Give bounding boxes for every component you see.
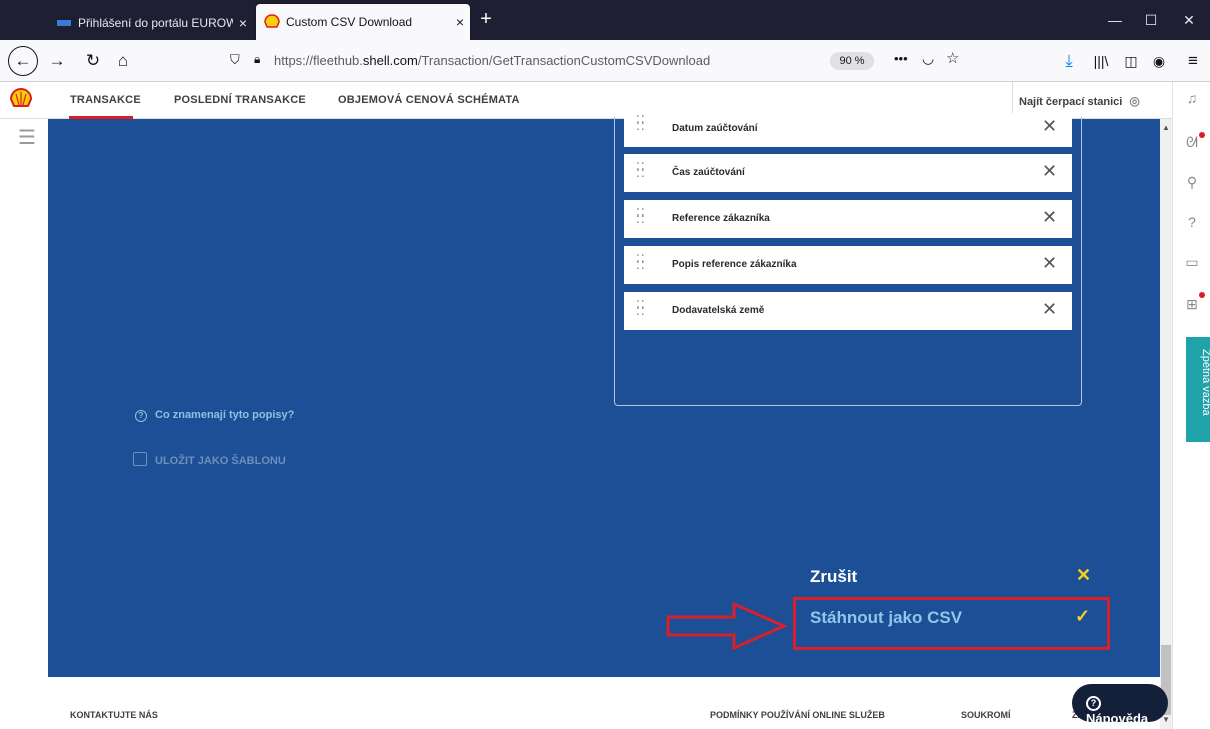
footer-privacy-link[interactable]: SOUKROMÍ: [961, 710, 1011, 720]
hamburger-menu-icon[interactable]: ☰: [18, 128, 36, 148]
new-tab-button[interactable]: +: [474, 8, 498, 32]
field-row-cas-zauctovani[interactable]: ⁚⁚ ⁚⁚ Čas zaúčtování ✕: [624, 154, 1072, 192]
footer-terms-link[interactable]: PODMÍNKY POUŽÍVÁNÍ ONLINE SLUŽEB: [710, 710, 885, 720]
shield-icon[interactable]: ⛉: [230, 52, 240, 68]
page-scrollbar[interactable]: ▲ ▼: [1160, 119, 1172, 729]
question-icon: ?: [1086, 696, 1101, 711]
drag-handle-icon[interactable]: ⁚⁚ ⁚⁚: [636, 299, 645, 317]
nav-posledni-transakce[interactable]: POSLEDNÍ TRANSAKCE: [174, 94, 306, 106]
gift-icon[interactable]: ⊞: [1184, 296, 1200, 312]
nav-transakce[interactable]: TRANSAKCE: [70, 94, 141, 106]
field-label: Dodavatelská země: [672, 305, 765, 316]
tab-title: Přihlášení do portálu EUROWAG: [78, 16, 233, 30]
footer-contact-link[interactable]: KONTAKTUJTE NÁS: [70, 710, 158, 720]
left-rail: ☰: [0, 119, 48, 729]
field-label: Datum zaúčtování: [672, 123, 758, 134]
url-bar[interactable]: ⛉ 🔒︎ https://fleethub.shell.com/Transact…: [224, 46, 968, 76]
help-button-label: Nápověda: [1086, 711, 1149, 726]
scroll-up-icon[interactable]: ▲: [1162, 123, 1170, 132]
maximize-button[interactable]: ☐: [1136, 8, 1166, 32]
notification-dot: [1199, 132, 1205, 138]
minimize-button[interactable]: —: [1100, 8, 1130, 32]
tab-close-icon[interactable]: ×: [233, 15, 253, 31]
field-label: Popis reference zákazníka: [672, 259, 797, 270]
descriptions-help-link[interactable]: ? Co znamenají tyto popisy?: [135, 409, 294, 422]
url-domain: shell.com: [362, 53, 418, 68]
highlight-box: [793, 597, 1110, 650]
user-icon[interactable]: ᘛ: [1184, 134, 1200, 150]
menu-icon[interactable]: ≡: [1180, 48, 1206, 74]
chat-icon[interactable]: ▭: [1184, 254, 1200, 270]
home-icon[interactable]: ⌂: [110, 48, 136, 74]
drag-handle-icon[interactable]: ⁚⁚ ⁚⁚: [636, 207, 645, 225]
downloads-icon[interactable]: ⤓: [1056, 48, 1082, 74]
more-actions-icon[interactable]: •••: [894, 51, 908, 66]
account-icon[interactable]: ◉: [1146, 48, 1172, 74]
csv-configuration-panel: ⁚⁚ ⁚⁚ Datum zaúčtování ✕ ⁚⁚ ⁚⁚ Čas zaúčtov…: [48, 113, 1160, 677]
footer: KONTAKTUJTE NÁS PODMÍNKY POUŽÍVÁNÍ ONLIN…: [48, 680, 1160, 729]
drag-handle-icon[interactable]: ⁚⁚ ⁚⁚: [636, 161, 645, 179]
bookmark-star-icon[interactable]: ☆: [946, 49, 959, 67]
pocket-icon[interactable]: ◡: [922, 50, 934, 67]
help-button[interactable]: ?Nápověda: [1072, 684, 1168, 726]
tab-custom-csv-download[interactable]: Custom CSV Download ×: [256, 4, 470, 40]
shell-favicon-icon: [264, 14, 280, 30]
close-window-button[interactable]: ✕: [1174, 8, 1204, 32]
bell-icon[interactable]: ♫: [1184, 90, 1200, 106]
tab-title: Custom CSV Download: [286, 15, 413, 29]
zoom-badge[interactable]: 90 %: [830, 52, 874, 70]
drag-handle-icon[interactable]: ⁚⁚ ⁚⁚: [636, 253, 645, 271]
page: TRANSAKCE POSLEDNÍ TRANSAKCE OBJEMOVÁ CE…: [0, 82, 1210, 729]
notification-dot: [1199, 292, 1205, 298]
navigation-bar: ← → ↻ ⌂ ⛉ 🔒︎ https://fleethub.shell.com/…: [0, 40, 1210, 82]
search-icon[interactable]: ⚲: [1184, 174, 1200, 190]
url-prefix: https://fleethub.: [274, 53, 363, 68]
red-arrow-annotation: [666, 601, 788, 651]
remove-field-icon[interactable]: ✕: [1042, 117, 1057, 135]
cancel-label: Zrušit: [810, 567, 858, 586]
field-label: Reference zákazníka: [672, 213, 770, 224]
nav-objemova-cenova-schemata[interactable]: OBJEMOVÁ CENOVÁ SCHÉMATA: [338, 94, 520, 106]
remove-field-icon[interactable]: ✕: [1042, 300, 1057, 318]
scroll-down-icon[interactable]: ▼: [1162, 715, 1170, 724]
question-icon: ?: [135, 410, 147, 422]
find-station-label: Najít čerpací stanici: [1019, 96, 1123, 108]
lock-icon[interactable]: 🔒︎: [254, 52, 260, 67]
library-icon[interactable]: |||\: [1088, 48, 1114, 74]
remove-field-icon[interactable]: ✕: [1042, 162, 1057, 180]
close-icon: ✕: [1076, 565, 1092, 585]
drag-handle-icon[interactable]: ⁚⁚ ⁚⁚: [636, 114, 645, 132]
remove-field-icon[interactable]: ✕: [1042, 254, 1057, 272]
forward-button[interactable]: →: [44, 48, 70, 74]
save-as-template-button[interactable]: ULOŽIT JAKO ŠABLONU: [133, 452, 286, 467]
field-label: Čas zaúčtování: [672, 167, 745, 178]
help-link-label: Co znamenají tyto popisy?: [155, 409, 295, 421]
remove-field-icon[interactable]: ✕: [1042, 208, 1057, 226]
shell-logo[interactable]: [9, 87, 33, 116]
sidebar-icon[interactable]: ◫: [1118, 48, 1144, 74]
field-row-dodavatelska-zeme[interactable]: ⁚⁚ ⁚⁚ Dodavatelská země ✕: [624, 292, 1072, 330]
reload-icon[interactable]: ↻: [80, 48, 106, 74]
field-row-datum-zauctovani[interactable]: ⁚⁚ ⁚⁚ Datum zaúčtování ✕: [624, 113, 1072, 147]
feedback-tab[interactable]: Zpětná vazba: [1186, 337, 1210, 442]
field-row-popis-reference-zakaznika[interactable]: ⁚⁚ ⁚⁚ Popis reference zákazníka ✕: [624, 246, 1072, 284]
url-text[interactable]: https://fleethub.shell.com/Transaction/G…: [274, 53, 710, 68]
eurowag-favicon-icon: [56, 15, 72, 31]
location-pin-icon: ◎: [1129, 94, 1140, 108]
tab-close-icon[interactable]: ×: [450, 14, 470, 30]
save-template-label: ULOŽIT JAKO ŠABLONU: [155, 455, 286, 467]
right-sidebar: ♫ ᘛ ⚲ ? ▭ ⊞ Zpětná vazba: [1172, 82, 1210, 729]
help-circle-icon[interactable]: ?: [1184, 214, 1200, 230]
cancel-button[interactable]: Zrušit ✕: [810, 565, 1110, 591]
save-icon: [133, 452, 147, 466]
tab-eurowag-login[interactable]: Přihlášení do portálu EUROWAG ×: [48, 6, 253, 40]
url-path: /Transaction/GetTransactionCustomCSVDown…: [417, 53, 711, 68]
back-button[interactable]: ←: [8, 46, 38, 76]
tab-bar: Přihlášení do portálu EUROWAG × Custom C…: [0, 0, 1210, 40]
field-row-reference-zakaznika[interactable]: ⁚⁚ ⁚⁚ Reference zákazníka ✕: [624, 200, 1072, 238]
